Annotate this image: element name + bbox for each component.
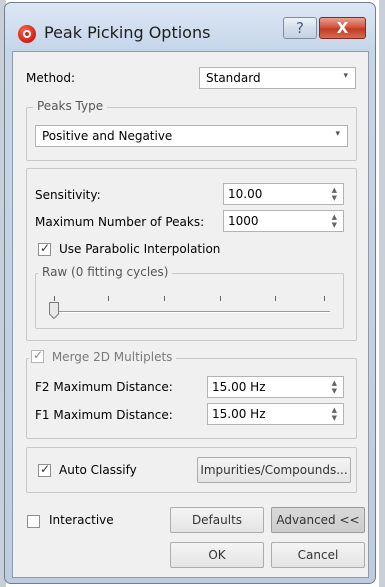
- max-peaks-label: Maximum Number of Peaks:: [35, 215, 205, 229]
- f2-value: 15.00 Hz: [212, 380, 266, 394]
- raw-group-title: Raw (0 fitting cycles): [38, 265, 173, 279]
- f2-spinbox[interactable]: 15.00 Hz ▲ ▼: [207, 376, 344, 398]
- checkmark-icon: ✓: [40, 241, 51, 255]
- chevron-down-icon: ▾: [335, 129, 340, 139]
- spin-down-icon[interactable]: ▼: [332, 221, 337, 229]
- method-dropdown[interactable]: Standard ▾: [199, 67, 356, 89]
- merge-group-title: ✓ Merge 2D Multiplets: [29, 348, 177, 364]
- raw-group: Raw (0 fitting cycles): [35, 265, 344, 329]
- parabolic-label: Use Parabolic Interpolation: [59, 242, 221, 256]
- chevron-down-icon: ▾: [343, 71, 348, 81]
- auto-classify-label: Auto Classify: [59, 463, 137, 477]
- spin-down-icon[interactable]: ▼: [332, 387, 337, 395]
- raw-slider-thumb[interactable]: [49, 302, 59, 319]
- checkmark-icon: ✓: [33, 348, 44, 362]
- close-button[interactable]: X: [319, 17, 366, 39]
- spin-up-icon[interactable]: ▲: [332, 186, 337, 194]
- detection-settings-group: Sensitivity: 10.00 ▲ ▼ Maximum Number of…: [26, 168, 357, 341]
- spin-up-icon[interactable]: ▲: [332, 213, 337, 221]
- merge-label: Merge 2D Multiplets: [51, 350, 173, 364]
- f2-label: F2 Maximum Distance:: [35, 380, 173, 394]
- slider-tick: [324, 296, 325, 301]
- auto-classify-group: ✓ Auto Classify Impurities/Compounds...: [26, 447, 357, 493]
- help-button[interactable]: ?: [283, 17, 317, 39]
- dialog-body: Method: Standard ▾ Peaks Type Positive a…: [12, 51, 369, 578]
- checkmark-icon: ✓: [40, 462, 51, 476]
- max-peaks-value: 1000: [228, 214, 259, 228]
- sensitivity-spinbox[interactable]: 10.00 ▲ ▼: [223, 183, 344, 205]
- raw-slider-track: [50, 311, 330, 313]
- cancel-button[interactable]: Cancel: [271, 542, 365, 568]
- advanced-toggle-button[interactable]: Advanced <<: [271, 507, 365, 533]
- peaks-type-group-title: Peaks Type: [33, 99, 108, 113]
- parabolic-checkbox[interactable]: ✓: [38, 241, 51, 256]
- peaks-type-dropdown[interactable]: Positive and Negative ▾: [35, 125, 348, 147]
- peaks-type-group: Peaks Type Positive and Negative ▾: [26, 99, 357, 161]
- slider-tick: [164, 296, 165, 301]
- title-bar[interactable]: Peak Picking Options ? X: [5, 3, 375, 53]
- slider-tick: [108, 296, 109, 301]
- window-title: Peak Picking Options: [44, 23, 211, 42]
- peaks-type-value: Positive and Negative: [42, 129, 173, 143]
- merge-group: ✓ Merge 2D Multiplets F2 Maximum Distanc…: [26, 348, 357, 439]
- slider-tick: [275, 296, 276, 301]
- dialog-window: Peak Picking Options ? X Method: Standar…: [4, 2, 376, 584]
- ok-button[interactable]: OK: [170, 542, 264, 568]
- slider-tick: [220, 296, 221, 301]
- sensitivity-value: 10.00: [228, 187, 263, 201]
- max-peaks-spinbox[interactable]: 1000 ▲ ▼: [223, 210, 344, 232]
- impurities-compounds-button[interactable]: Impurities/Compounds...: [197, 457, 351, 483]
- auto-classify-checkbox[interactable]: ✓: [38, 462, 51, 477]
- slider-tick: [54, 296, 55, 301]
- interactive-label: Interactive: [49, 513, 114, 527]
- defaults-button[interactable]: Defaults: [170, 507, 264, 533]
- f1-value: 15.00 Hz: [212, 407, 266, 421]
- spin-down-icon[interactable]: ▼: [332, 194, 337, 202]
- sensitivity-label: Sensitivity:: [35, 188, 101, 202]
- f1-spinbox[interactable]: 15.00 Hz ▲ ▼: [207, 403, 344, 425]
- spin-up-icon[interactable]: ▲: [332, 406, 337, 414]
- merge-checkbox[interactable]: ✓: [31, 348, 44, 363]
- app-logo-icon: [18, 25, 36, 43]
- method-value: Standard: [206, 71, 261, 85]
- method-label: Method:: [26, 71, 76, 85]
- f1-label: F1 Maximum Distance:: [35, 408, 173, 422]
- spin-up-icon[interactable]: ▲: [332, 379, 337, 387]
- spin-down-icon[interactable]: ▼: [332, 414, 337, 422]
- interactive-checkbox[interactable]: [27, 515, 40, 528]
